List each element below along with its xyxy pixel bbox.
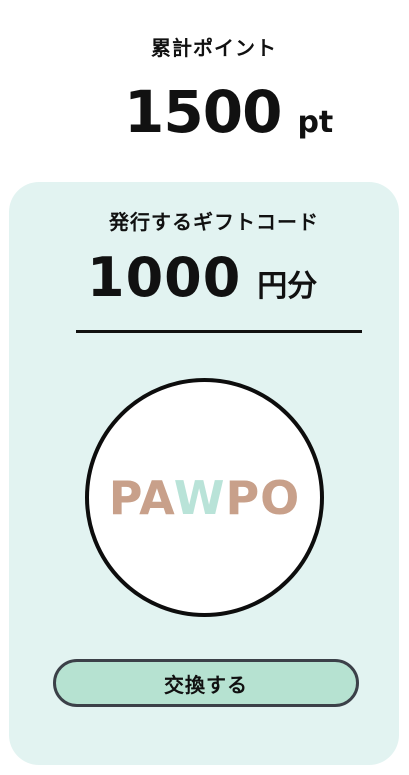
points-label: 累計ポイント [151,36,277,60]
points-display: 1500 pt [124,78,333,146]
gift-amount-value: 1000 [87,246,242,309]
brand-logo: PAWPO [85,378,324,617]
gift-amount-display: 1000 円分 [87,246,317,309]
points-unit: pt [297,105,334,140]
brand-logo-text: PAWPO [108,470,301,525]
gift-code-title: 発行するギフトコード [109,210,319,234]
amount-divider [76,330,362,333]
points-value: 1500 [124,78,282,146]
exchange-button[interactable]: 交換する [53,659,359,707]
gift-amount-unit: 円分 [257,269,318,304]
gift-code-card: 発行するギフトコード 1000 円分 PAWPO 交換する [9,182,399,765]
